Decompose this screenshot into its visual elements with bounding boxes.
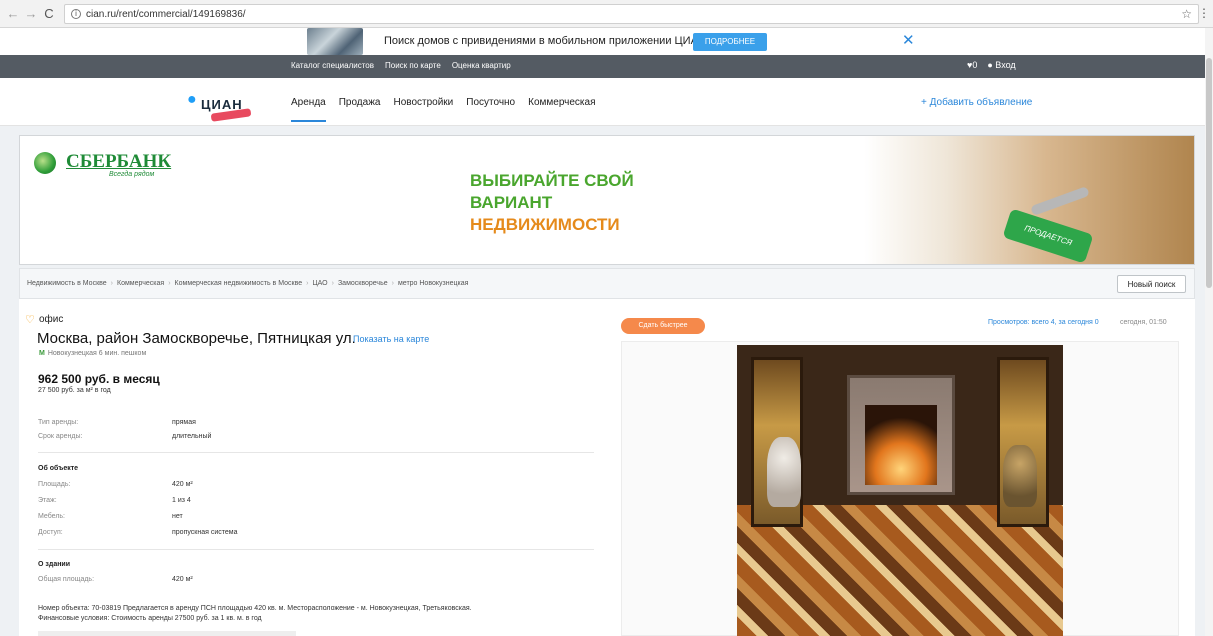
breadcrumb-item[interactable]: Коммерческая (117, 280, 164, 287)
link-specialists-catalog[interactable]: Каталог специалистов (291, 61, 374, 70)
breadcrumb-separator: › (391, 280, 394, 287)
banner-slogan: ВЫБИРАЙТЕ СВОЙ ВАРИАНТ НЕДВИЖИМОСТИ (470, 170, 634, 236)
building-section-title: О здании (38, 561, 71, 568)
cian-logo[interactable]: ● ЦИАН (187, 85, 257, 122)
breadcrumb-item[interactable]: Замоскворечье (338, 280, 388, 287)
breadcrumb-item[interactable]: Недвижимость в Москве (27, 280, 107, 287)
photo-statue-left (767, 437, 801, 507)
divider (38, 452, 594, 453)
promo-details-button[interactable]: ПОДРОБНЕЕ (693, 33, 767, 51)
views-counter[interactable]: Просмотров: всего 4, за сегодня 0 (988, 319, 1099, 326)
listing-address: Москва, район Замоскворечье, Пятницкая у… (37, 330, 356, 347)
breadcrumb-item[interactable]: метро Новокузнецкая (398, 280, 468, 287)
nav-new-buildings[interactable]: Новостройки (393, 97, 453, 122)
lease-type-value: прямая (172, 419, 196, 426)
metro-info: М Новокузнецкая 6 мин. пешком (39, 350, 146, 357)
favorites-heart-icon[interactable]: ♥0 (967, 60, 977, 70)
info-icon[interactable]: i (71, 9, 81, 19)
rent-faster-button[interactable]: Сдать быстрее (621, 318, 705, 334)
sberbank-logo-icon (34, 152, 56, 174)
browser-menu-icon[interactable]: ⋮ (1198, 6, 1210, 20)
promo-text: Поиск домов с привидениями в мобильном п… (384, 35, 706, 47)
back-icon[interactable]: ← (4, 6, 22, 21)
nav-daily[interactable]: Посуточно (466, 97, 515, 122)
login-label[interactable]: Вход (995, 60, 1015, 70)
bookmark-star-icon[interactable]: ☆ (1181, 7, 1192, 21)
access-value: пропускная система (172, 529, 238, 536)
listing-card: ♡ офис Москва, район Замоскворечье, Пятн… (19, 299, 1195, 636)
site-header: ● ЦИАН Аренда Продажа Новостройки Посуто… (0, 78, 1205, 126)
total-area-label: Общая площадь: (38, 576, 95, 583)
breadcrumb: Недвижимость в Москве › Коммерческая › К… (19, 268, 1195, 299)
lease-type-label: Тип аренды: (38, 419, 79, 426)
breadcrumb-separator: › (168, 280, 171, 287)
photo-statue-right (1003, 445, 1037, 507)
furniture-value: нет (172, 513, 183, 520)
description-line-1: Номер объекта: 70-03819 Предлагается в а… (38, 605, 472, 612)
top-links-bar: Каталог специалистов Поиск по карте Оцен… (0, 55, 1205, 78)
slogan-line-3: НЕДВИЖИМОСТИ (470, 215, 620, 234)
lease-term-label: Срок аренды: (38, 433, 83, 440)
nav-sale[interactable]: Продажа (339, 97, 381, 122)
listing-type: офис (39, 314, 64, 325)
breadcrumb-separator: › (110, 280, 114, 287)
ad-banner[interactable]: СБЕРБАНК Всегда рядом ВЫБИРАЙТЕ СВОЙ ВАР… (19, 135, 1195, 265)
address-bar[interactable]: i cian.ru/rent/commercial/149169836/ ☆ (64, 4, 1199, 24)
floor-value: 1 из 4 (172, 497, 191, 504)
description-fade (38, 631, 296, 636)
page-scrollbar[interactable] (1205, 28, 1213, 636)
breadcrumb-item[interactable]: ЦАО (312, 280, 327, 287)
show-on-map-link[interactable]: Показать на карте (353, 334, 429, 344)
area-value: 420 м² (172, 481, 193, 488)
app-promo-strip: Поиск домов с привидениями в мобильном п… (0, 28, 1205, 55)
listing-photo[interactable] (737, 345, 1063, 636)
link-apartment-valuation[interactable]: Оценка квартир (452, 61, 511, 70)
banner-brand-sub: Всегда рядом (109, 171, 155, 178)
area-label: Площадь: (38, 481, 71, 488)
breadcrumb-item[interactable]: Коммерческая недвижимость в Москве (175, 280, 303, 287)
price-per-sqm: 27 500 руб. за м² в год (38, 387, 111, 394)
forward-icon[interactable]: → (22, 6, 40, 21)
total-area-value: 420 м² (172, 576, 193, 583)
photo-fire (865, 405, 937, 485)
banner-brand: СБЕРБАНК (66, 151, 172, 172)
nav-commercial[interactable]: Коммерческая (528, 97, 595, 122)
favorite-heart-icon[interactable]: ♡ (25, 313, 35, 326)
main-nav: Аренда Продажа Новостройки Посуточно Ком… (291, 97, 596, 122)
object-section-title: Об объекте (38, 465, 79, 472)
login-link[interactable]: ● Вход (987, 60, 1015, 70)
slogan-line-1: ВЫБИРАЙТЕ СВОЙ (470, 171, 634, 190)
breadcrumb-separator: › (306, 280, 309, 287)
reload-icon[interactable]: C (40, 6, 58, 21)
location-pin-icon: ● (187, 91, 197, 108)
floor-label: Этаж: (38, 497, 57, 504)
publish-date: сегодня, 01:50 (1120, 319, 1167, 326)
lease-term-value: длительный (172, 433, 212, 440)
add-listing-link[interactable]: + Добавить объявление (921, 97, 1032, 108)
close-icon[interactable]: ✕ (902, 31, 915, 49)
divider (38, 549, 594, 550)
listing-description: Номер объекта: 70-03819 Предлагается в а… (38, 604, 598, 624)
nav-rent[interactable]: Аренда (291, 97, 326, 122)
breadcrumb-separator: › (331, 280, 334, 287)
description-line-2: Финансовые условия: Стоимость аренды 275… (38, 615, 262, 622)
slogan-line-2: ВАРИАНТ (470, 193, 553, 212)
link-map-search[interactable]: Поиск по карте (385, 61, 441, 70)
scrollbar-thumb[interactable] (1206, 58, 1212, 288)
metro-text: Новокузнецкая 6 мин. пешком (47, 350, 147, 357)
furniture-label: Мебель: (38, 513, 65, 520)
promo-phone-image (307, 28, 363, 55)
metro-icon: М (39, 350, 45, 357)
new-search-button[interactable]: Новый поиск (1117, 275, 1186, 293)
access-label: Доступ: (38, 529, 63, 536)
browser-toolbar: ← → C i cian.ru/rent/commercial/14916983… (0, 0, 1213, 28)
url-text[interactable]: cian.ru/rent/commercial/149169836/ (86, 9, 246, 20)
listing-price: 962 500 руб. в месяц (38, 372, 160, 386)
